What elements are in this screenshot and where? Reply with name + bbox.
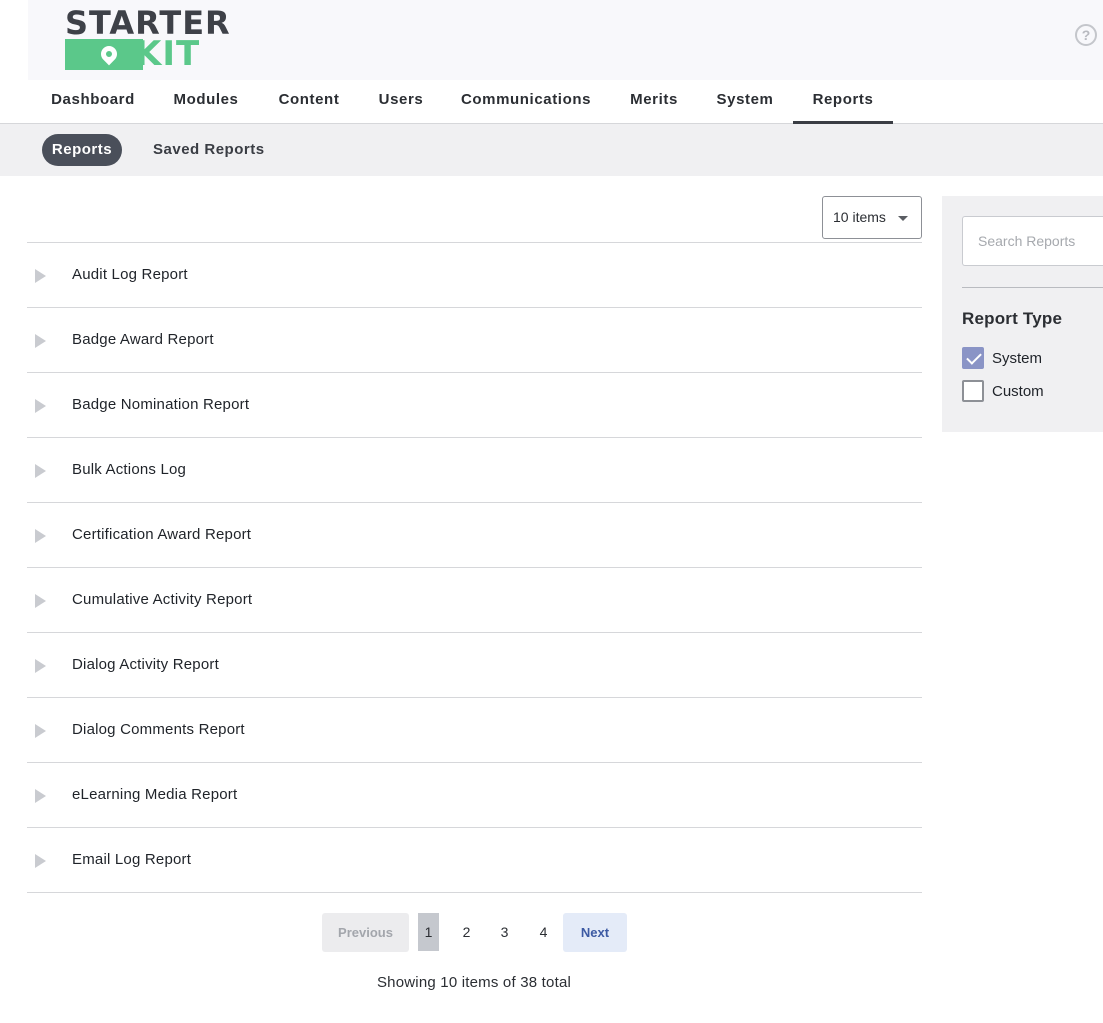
expand-arrow-icon[interactable] — [35, 334, 46, 348]
report-row[interactable]: Audit Log Report — [27, 243, 922, 308]
subtab-saved-reports[interactable]: Saved Reports — [153, 134, 265, 166]
nav-item-content[interactable]: Content — [266, 80, 352, 124]
report-name[interactable]: eLearning Media Report — [72, 763, 237, 827]
page-1-button[interactable]: 1 — [418, 913, 439, 951]
nav-item-communications[interactable]: Communications — [450, 80, 602, 124]
logo-text-bottom: KIT — [135, 34, 201, 74]
subtab-reports[interactable]: Reports — [42, 134, 122, 166]
filter-system[interactable]: System — [962, 347, 1042, 369]
nav-item-reports[interactable]: Reports — [793, 80, 893, 124]
water-drop-icon — [97, 42, 121, 66]
expand-arrow-icon[interactable] — [35, 269, 46, 283]
pagination: Previous 1 2 3 4 Next — [0, 912, 1103, 952]
report-name[interactable]: Badge Nomination Report — [72, 373, 249, 437]
items-per-page-value: 10 items — [833, 209, 886, 225]
page-4-button[interactable]: 4 — [533, 913, 554, 951]
page-2-button[interactable]: 2 — [456, 913, 477, 951]
system-checkbox-label[interactable]: System — [992, 350, 1042, 367]
expand-arrow-icon[interactable] — [35, 659, 46, 673]
report-row[interactable]: Badge Award Report — [27, 308, 922, 373]
filter-panel: Search Reports Report Type System Custom — [942, 196, 1103, 432]
panel-divider — [962, 287, 1103, 288]
report-name[interactable]: Badge Award Report — [72, 308, 214, 372]
expand-arrow-icon[interactable] — [35, 789, 46, 803]
page-3-button[interactable]: 3 — [494, 913, 515, 951]
help-icon[interactable]: ? — [1075, 24, 1097, 46]
expand-arrow-icon[interactable] — [35, 854, 46, 868]
report-row[interactable]: eLearning Media Report — [27, 763, 922, 828]
report-name[interactable]: Cumulative Activity Report — [72, 568, 252, 632]
expand-arrow-icon[interactable] — [35, 594, 46, 608]
starter-kit-logo[interactable]: STARTER KIT — [65, 7, 230, 74]
expand-arrow-icon[interactable] — [35, 464, 46, 478]
report-row[interactable]: Badge Nomination Report — [27, 373, 922, 438]
report-row[interactable]: Certification Award Report — [27, 503, 922, 568]
expand-arrow-icon[interactable] — [35, 529, 46, 543]
report-name[interactable]: Bulk Actions Log — [72, 438, 186, 502]
report-row[interactable]: Email Log Report — [27, 828, 922, 893]
report-name[interactable]: Audit Log Report — [72, 243, 188, 307]
expand-arrow-icon[interactable] — [35, 724, 46, 738]
caret-down-icon — [898, 216, 908, 221]
report-row[interactable]: Bulk Actions Log — [27, 438, 922, 503]
report-name[interactable]: Email Log Report — [72, 828, 191, 892]
expand-arrow-icon[interactable] — [35, 399, 46, 413]
report-name[interactable]: Dialog Activity Report — [72, 633, 219, 697]
nav-item-merits[interactable]: Merits — [616, 80, 692, 124]
main-nav: Dashboard Modules Content Users Communic… — [0, 80, 1103, 124]
report-name[interactable]: Certification Award Report — [72, 503, 251, 567]
report-row[interactable]: Dialog Comments Report — [27, 698, 922, 763]
items-per-page-select[interactable]: 10 items — [822, 196, 922, 239]
logo-drop-block — [65, 39, 143, 70]
pagination-summary: Showing 10 items of 38 total — [376, 974, 572, 991]
previous-button[interactable]: Previous — [322, 913, 409, 952]
custom-checkbox[interactable] — [962, 380, 984, 402]
search-reports-input[interactable]: Search Reports — [962, 216, 1103, 266]
app-header: STARTER KIT ? — [28, 0, 1103, 80]
nav-item-modules[interactable]: Modules — [160, 80, 252, 124]
report-list: Audit Log Report Badge Award Report Badg… — [27, 242, 922, 893]
sub-nav: Reports Saved Reports — [0, 124, 1103, 176]
report-name[interactable]: Dialog Comments Report — [72, 698, 245, 762]
next-button[interactable]: Next — [563, 913, 627, 952]
nav-item-dashboard[interactable]: Dashboard — [42, 80, 144, 124]
report-type-heading: Report Type — [962, 309, 1063, 328]
custom-checkbox-label[interactable]: Custom — [992, 383, 1044, 400]
report-row[interactable]: Dialog Activity Report — [27, 633, 922, 698]
nav-item-system[interactable]: System — [706, 80, 784, 124]
nav-item-users[interactable]: Users — [366, 80, 436, 124]
report-row[interactable]: Cumulative Activity Report — [27, 568, 922, 633]
system-checkbox[interactable] — [962, 347, 984, 369]
filter-custom[interactable]: Custom — [962, 380, 1044, 402]
